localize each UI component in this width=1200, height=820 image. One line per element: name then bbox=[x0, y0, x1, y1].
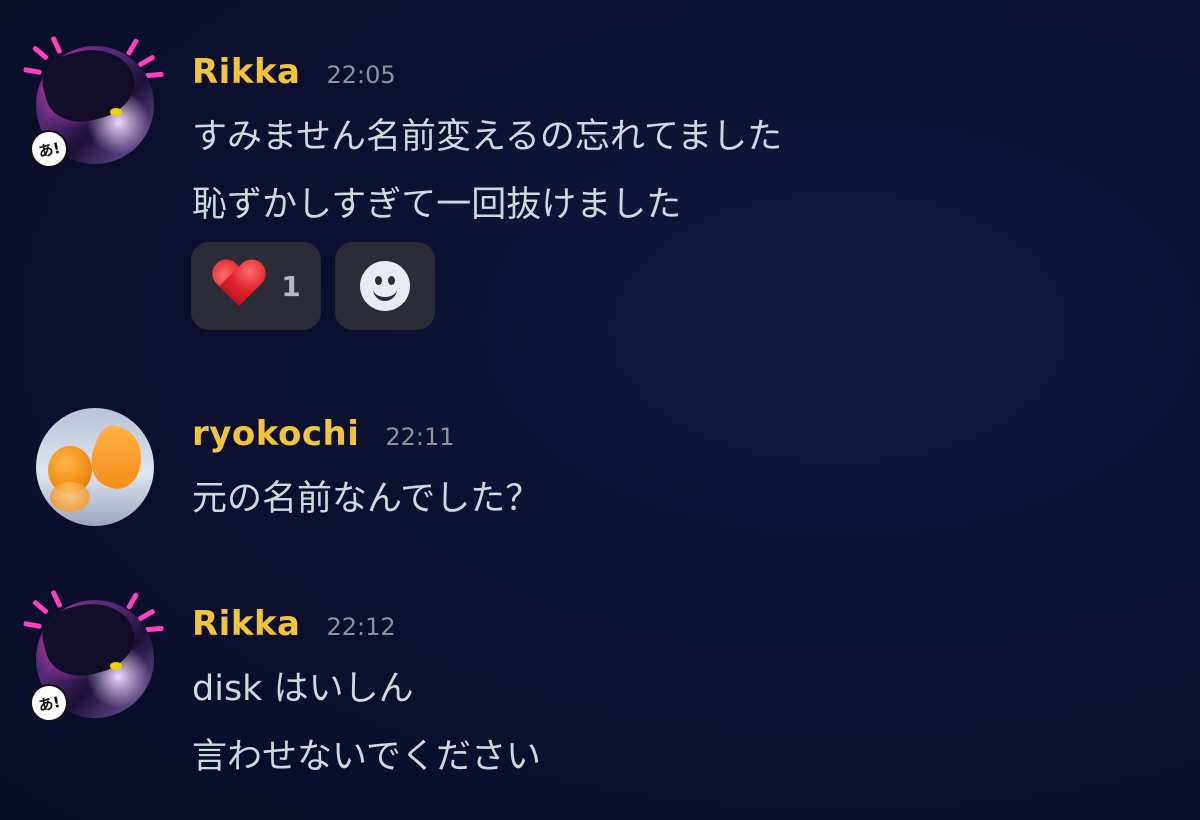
message-text: すみません名前変えるの忘れてました bbox=[192, 117, 783, 157]
avatar-image bbox=[36, 408, 154, 526]
add-reaction-button[interactable] bbox=[335, 242, 435, 330]
message-text: 恥ずかしすぎて一回抜けました bbox=[192, 185, 682, 225]
user-avatar[interactable]: あ! bbox=[23, 589, 164, 726]
timestamp: 22:12 bbox=[326, 613, 396, 641]
message-text: disk はいしん bbox=[192, 669, 414, 709]
username[interactable]: ryokochi bbox=[192, 414, 359, 454]
reaction-count: 1 bbox=[281, 269, 301, 303]
reaction-bar: 1 bbox=[0, 242, 1200, 332]
heart-reaction-button[interactable]: 1 bbox=[191, 242, 321, 330]
timestamp: 22:05 bbox=[326, 61, 396, 89]
username[interactable]: Rikka bbox=[192, 52, 301, 92]
timestamp: 22:11 bbox=[385, 423, 455, 451]
username[interactable]: Rikka bbox=[192, 604, 301, 644]
user-avatar[interactable]: あ! bbox=[23, 35, 164, 172]
message-header: Rikka 22:05 bbox=[192, 52, 396, 92]
message-text: 言わせないでください bbox=[192, 737, 541, 777]
heart-icon bbox=[211, 260, 267, 312]
add-reaction-icon bbox=[360, 261, 410, 311]
user-avatar[interactable] bbox=[30, 402, 160, 532]
message-header: ryokochi 22:11 bbox=[192, 414, 455, 454]
message-header: Rikka 22:12 bbox=[192, 604, 396, 644]
message-text: 元の名前なんでした？ bbox=[192, 479, 541, 519]
